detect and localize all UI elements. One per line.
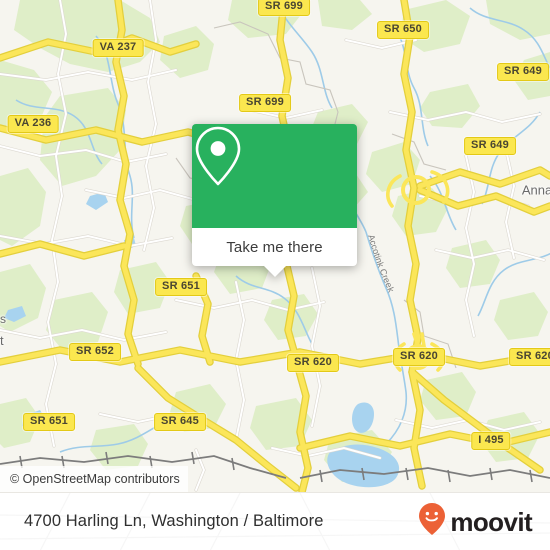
- road-shield-sr-651-b[interactable]: SR 651: [23, 413, 75, 431]
- road-shield-va-237[interactable]: VA 237: [92, 39, 144, 57]
- road-shield-i-495[interactable]: I 495: [471, 432, 511, 450]
- road-shield-sr-699-a[interactable]: SR 699: [258, 0, 310, 16]
- road-shield-sr-651-a[interactable]: SR 651: [155, 278, 207, 296]
- bottom-info-bar: 4700 Harling Ln, Washington / Baltimore …: [0, 492, 550, 550]
- road-shield-sr-652[interactable]: SR 652: [69, 343, 121, 361]
- place-label-fragment-left-upper: s: [0, 312, 6, 326]
- road-shield-sr-699-b[interactable]: SR 699: [239, 94, 291, 112]
- location-popup-card[interactable]: Take me there: [192, 124, 357, 277]
- map-canvas[interactable]: Accotink Creek VA 237 SR 699 SR 650 SR 6…: [0, 0, 550, 492]
- road-shield-sr-650[interactable]: SR 650: [377, 21, 429, 39]
- road-shield-sr-620-c[interactable]: SR 620: [509, 348, 550, 366]
- popup-pointer-arrow: [263, 266, 286, 277]
- address-label: 4700 Harling Ln, Washington / Baltimore: [24, 512, 324, 530]
- road-shield-sr-649-b[interactable]: SR 649: [464, 137, 516, 155]
- place-label-fragment-left-lower: t: [0, 333, 4, 348]
- road-shield-sr-620-a[interactable]: SR 620: [287, 354, 339, 372]
- map-screenshot: Accotink Creek VA 237 SR 699 SR 650 SR 6…: [0, 0, 550, 550]
- road-shield-sr-645[interactable]: SR 645: [154, 413, 206, 431]
- road-shield-sr-649-a[interactable]: SR 649: [497, 63, 549, 81]
- take-me-there-label: Take me there: [226, 238, 323, 256]
- road-shield-va-236[interactable]: VA 236: [7, 115, 59, 133]
- attribution-text: © OpenStreetMap contributors: [10, 472, 180, 486]
- moovit-pin-icon: [417, 502, 447, 541]
- popup-icon-area: [192, 124, 357, 228]
- moovit-logo[interactable]: moovit: [417, 502, 533, 541]
- map-attribution[interactable]: © OpenStreetMap contributors: [0, 466, 188, 492]
- place-label-annandale: Anna: [521, 182, 550, 198]
- moovit-wordmark: moovit: [450, 506, 532, 537]
- road-shield-sr-620-b[interactable]: SR 620: [393, 348, 445, 366]
- popup-action-area[interactable]: Take me there: [192, 228, 357, 277]
